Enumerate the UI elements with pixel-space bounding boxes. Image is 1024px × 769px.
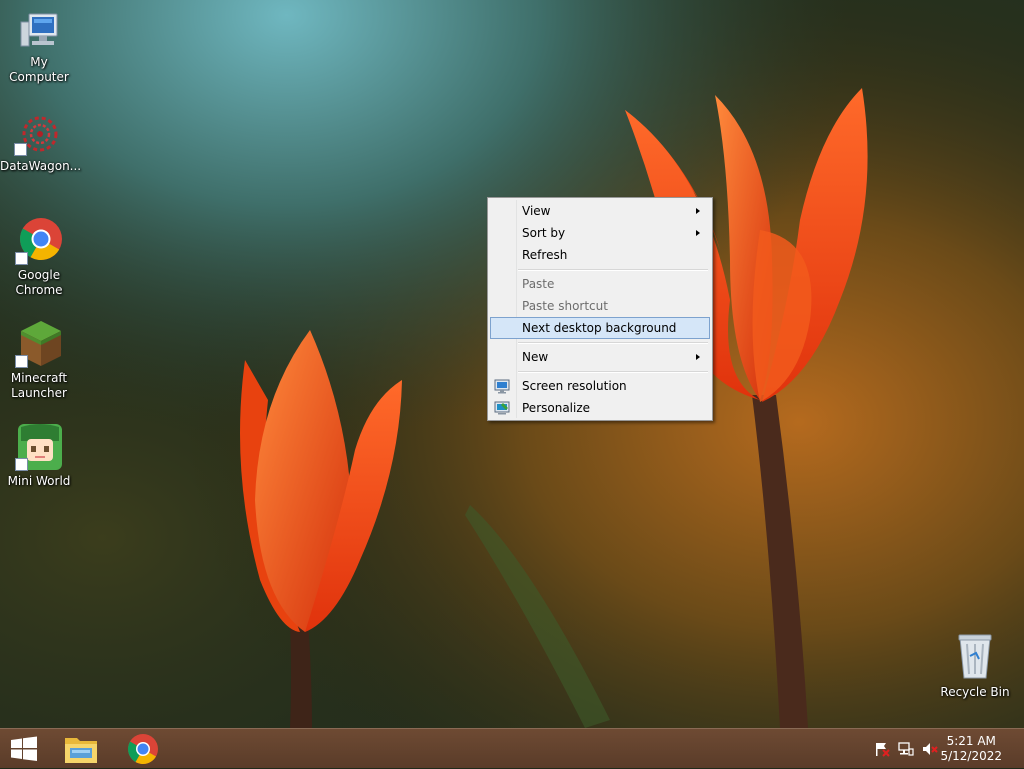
desktop-icon-label: Mini World (7, 474, 71, 488)
taskbar-clock[interactable]: 5:21 AM 5/12/2022 (940, 734, 1002, 764)
menu-item-view[interactable]: View (490, 200, 710, 222)
recycle-bin-icon (951, 632, 999, 680)
computer-icon (15, 10, 63, 52)
personalize-icon (494, 400, 510, 416)
desktop-icon-label: Recycle Bin (940, 685, 1010, 699)
taskbar-chrome[interactable] (120, 729, 166, 769)
network-icon[interactable] (898, 741, 914, 757)
menu-item-refresh[interactable]: Refresh (490, 244, 710, 266)
menu-item-new[interactable]: New (490, 346, 710, 368)
clock-time: 5:21 AM (946, 734, 996, 748)
menu-item-label: Next desktop background (522, 321, 677, 335)
submenu-arrow-icon (696, 230, 700, 236)
menu-separator (518, 342, 708, 344)
desktop-icon-label: My Computer (9, 55, 69, 84)
menu-item-screen-resolution[interactable]: Screen resolution (490, 375, 710, 397)
menu-separator (518, 371, 708, 373)
chrome-icon (15, 217, 63, 265)
shortcut-arrow-icon (15, 355, 28, 368)
start-button[interactable] (0, 729, 48, 769)
display-icon (494, 378, 510, 394)
start-icon (11, 736, 37, 761)
action-center-flag-icon[interactable] (874, 741, 890, 757)
taskbar: 5:21 AM 5/12/2022 (0, 728, 1024, 768)
desktop-icon-google-chrome[interactable]: Google Chrome (1, 217, 77, 298)
menu-item-label: Refresh (522, 248, 568, 262)
clock-date: 5/12/2022 (940, 749, 1002, 763)
desktop-icon-my-computer[interactable]: My Computer (1, 10, 77, 85)
menu-item-label: Paste (522, 277, 555, 291)
desktop-context-menu: View Sort by Refresh Paste Paste shortcu… (487, 197, 713, 421)
menu-item-next-desktop-background[interactable]: Next desktop background (490, 317, 710, 339)
menu-item-label: Screen resolution (522, 379, 627, 393)
desktop-icon-datawagon[interactable]: DataWagon... (0, 112, 82, 174)
menu-item-label: Sort by (522, 226, 566, 240)
taskbar-file-explorer[interactable] (58, 729, 104, 769)
file-explorer-icon (65, 738, 97, 763)
menu-item-sort-by[interactable]: Sort by (490, 222, 710, 244)
submenu-arrow-icon (696, 354, 700, 360)
menu-item-paste-shortcut[interactable]: Paste shortcut (490, 295, 710, 317)
desktop-icon-label: Google Chrome (15, 268, 63, 297)
menu-item-label: Personalize (522, 401, 591, 415)
submenu-arrow-icon (696, 208, 700, 214)
datawagon-icon (14, 112, 62, 156)
desktop-icon-minecraft-launcher[interactable]: Minecraft Launcher (1, 320, 77, 401)
menu-item-label: Paste shortcut (522, 299, 608, 313)
menu-item-personalize[interactable]: Personalize (490, 397, 710, 419)
chrome-icon (127, 734, 158, 765)
desktop-icon-mini-world[interactable]: Mini World (1, 423, 77, 489)
shortcut-arrow-icon (14, 143, 27, 156)
menu-item-label: New (522, 350, 549, 364)
desktop-icon-label: DataWagon... (0, 159, 82, 173)
minecraft-icon (15, 320, 63, 368)
shortcut-arrow-icon (15, 252, 28, 265)
volume-muted-icon[interactable] (922, 741, 938, 757)
desktop-icon-recycle-bin[interactable]: Recycle Bin (937, 632, 1013, 700)
menu-separator (518, 269, 708, 271)
desktop-icon-label: Minecraft Launcher (10, 371, 68, 400)
menu-item-label: View (522, 204, 551, 218)
shortcut-arrow-icon (15, 458, 28, 471)
miniworld-icon (15, 423, 63, 471)
menu-item-paste[interactable]: Paste (490, 273, 710, 295)
